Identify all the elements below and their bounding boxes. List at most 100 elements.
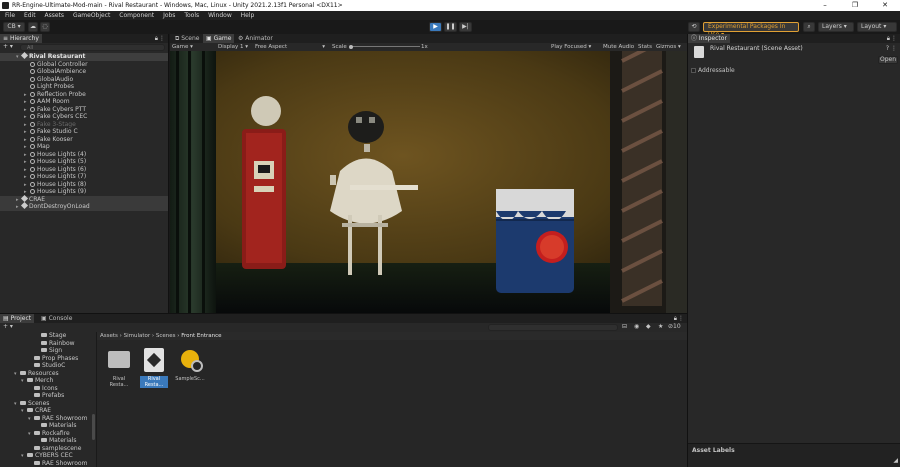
play-focused-dropdown[interactable]: Play Focused ▾: [551, 43, 591, 51]
tab-console[interactable]: ▣ Console: [38, 314, 75, 323]
folder-tree-item[interactable]: ▾ CRAE: [0, 407, 96, 415]
asset-item[interactable]: Rival Resta...: [105, 348, 133, 388]
account-dropdown[interactable]: CB ▾: [3, 22, 25, 32]
add-asset-icon[interactable]: + ▾: [3, 323, 13, 330]
folder-tree-item[interactable]: Prefabs: [0, 392, 96, 400]
lock-icon[interactable]: 🔒︎: [155, 34, 158, 43]
visibility-icon[interactable]: ⊘10: [668, 323, 681, 330]
close-window-button[interactable]: ✕: [870, 0, 900, 11]
hierarchy-item[interactable]: ▸ House Lights (5): [0, 158, 168, 166]
layers-dropdown[interactable]: Layers ▾: [818, 22, 854, 32]
more-icon[interactable]: ⋮: [678, 314, 684, 323]
type-filter-icon[interactable]: ◉: [634, 323, 639, 330]
menu-component[interactable]: Component: [119, 12, 154, 19]
tab-animator[interactable]: ⚙ Animator: [235, 34, 276, 43]
folder-tree-item[interactable]: ▾ Resources: [0, 370, 96, 378]
hierarchy-item[interactable]: ▸ AAM Room: [0, 98, 168, 106]
folder-tree-item[interactable]: ▾ CYBERS CEC: [0, 452, 96, 460]
hierarchy-item[interactable]: ▸ Map: [0, 143, 168, 151]
tab-inspector[interactable]: ⓘ Inspector: [688, 34, 730, 43]
menu-assets[interactable]: Assets: [45, 12, 65, 19]
scene-row-rival-restaurant[interactable]: ▾ Rival Restaurant: [0, 51, 168, 61]
asset-item-selected[interactable]: Rival Resta...: [140, 348, 168, 388]
hierarchy-item[interactable]: ▸ Fake Studio C: [0, 128, 168, 136]
folder-tree-item[interactable]: ▾ RAE Showroom: [0, 415, 96, 423]
hierarchy-item[interactable]: ▸ House Lights (4): [0, 151, 168, 159]
aspect-dropdown[interactable]: Free Aspect ▾: [255, 43, 325, 51]
menu-edit[interactable]: Edit: [24, 12, 36, 19]
display-dropdown[interactable]: Display 1 ▾: [218, 43, 248, 51]
tab-project[interactable]: ▤ Project: [0, 314, 35, 323]
folder-tree-item[interactable]: Prop Phases: [0, 355, 96, 363]
mute-audio-toggle[interactable]: Mute Audio: [603, 43, 634, 51]
folder-tree-item[interactable]: Materials: [0, 422, 96, 430]
folder-tree-item[interactable]: StudioC: [0, 362, 96, 370]
hierarchy-item[interactable]: ▸ House Lights (8): [0, 181, 168, 189]
menu-file[interactable]: File: [5, 12, 15, 19]
tab-hierarchy[interactable]: ≡ Hierarchy: [0, 34, 42, 43]
pause-button[interactable]: ❚❚: [444, 22, 457, 32]
menu-jobs[interactable]: Jobs: [163, 12, 175, 19]
favorite-icon[interactable]: ★: [658, 323, 663, 330]
hierarchy-item[interactable]: ▸ Fake Kooser: [0, 136, 168, 144]
menu-gameobject[interactable]: GameObject: [73, 12, 110, 19]
collab-icon[interactable]: ◌: [40, 22, 50, 32]
scale-slider-handle[interactable]: [349, 44, 353, 49]
hierarchy-item[interactable]: GlobalAmbience: [0, 68, 168, 76]
breadcrumb-assets[interactable]: Assets: [100, 333, 118, 339]
folder-tree-item[interactable]: Icons: [0, 385, 96, 393]
folder-tree-item[interactable]: ▾ Scenes: [0, 400, 96, 408]
game-dropdown[interactable]: Game ▾: [172, 43, 193, 51]
scale-slider[interactable]: [350, 46, 420, 47]
lock-icon[interactable]: 🔒︎: [887, 34, 890, 43]
folder-tree-item[interactable]: Stage: [0, 332, 96, 340]
more-icon[interactable]: ⋮: [891, 45, 897, 52]
step-button[interactable]: ▶|: [459, 22, 472, 32]
menu-help[interactable]: Help: [241, 12, 255, 19]
search-icon[interactable]: ⌕: [803, 22, 815, 32]
cloud-icon[interactable]: ☁: [28, 22, 38, 32]
game-render[interactable]: [170, 51, 687, 313]
scene-row-dontdestroyonload[interactable]: ▸ DontDestroyOnLoad: [0, 201, 168, 211]
folder-tree-scrollbar[interactable]: [92, 414, 95, 440]
hierarchy-item[interactable]: ▸ House Lights (7): [0, 173, 168, 181]
hierarchy-item[interactable]: GlobalAudio: [0, 76, 168, 84]
breadcrumb-simulator[interactable]: Simulator: [124, 333, 151, 339]
folder-tree-item[interactable]: RAE Showroom: [0, 460, 96, 467]
lock-icon[interactable]: 🔒︎: [674, 314, 677, 323]
minimize-button[interactable]: –: [810, 0, 840, 11]
folder-tree-item[interactable]: Materials: [0, 437, 96, 445]
gizmos-dropdown[interactable]: Gizmos ▾: [656, 43, 681, 51]
hierarchy-item[interactable]: ▸ Fake Cybers PTT: [0, 106, 168, 114]
hierarchy-item[interactable]: ▸ House Lights (9): [0, 188, 168, 196]
hierarchy-item[interactable]: ▸ House Lights (6): [0, 166, 168, 174]
tab-game[interactable]: ▣ Game: [203, 34, 235, 43]
asset-item[interactable]: SampleSc...: [175, 348, 205, 382]
more-icon[interactable]: ⋮: [159, 34, 165, 43]
folder-tree-item[interactable]: Sign: [0, 347, 96, 355]
label-icon[interactable]: ◢: [893, 457, 898, 464]
help-icon[interactable]: ?: [886, 45, 889, 52]
menu-window[interactable]: Window: [208, 12, 232, 19]
history-icon[interactable]: ⟲: [688, 22, 700, 32]
breadcrumb-scenes[interactable]: Scenes: [156, 333, 176, 339]
more-icon[interactable]: ⋮: [891, 34, 897, 43]
hierarchy-item[interactable]: Global Controller: [0, 61, 168, 69]
hierarchy-search-input[interactable]: [20, 44, 165, 51]
project-search-input[interactable]: [488, 324, 618, 331]
tab-scene[interactable]: ⧉ Scene: [172, 34, 203, 43]
folder-tree-item[interactable]: samplescene: [0, 445, 96, 453]
maximize-button[interactable]: ❐: [840, 0, 870, 11]
menu-tools[interactable]: Tools: [184, 12, 199, 19]
folder-tree-item[interactable]: ▾ Merch: [0, 377, 96, 385]
folder-tree-item[interactable]: Rainbow: [0, 340, 96, 348]
hierarchy-item[interactable]: Light Probes: [0, 83, 168, 91]
folder-tree-item[interactable]: ▾ Rockafire: [0, 430, 96, 438]
hierarchy-item[interactable]: ▸ Fake 3-Stage: [0, 121, 168, 129]
open-button[interactable]: Open: [878, 56, 898, 64]
experimental-packages-dropdown[interactable]: Experimental Packages In Use ▾: [703, 22, 799, 38]
stats-toggle[interactable]: Stats: [638, 43, 652, 51]
play-button[interactable]: ▶: [429, 22, 442, 32]
search-filter-icon[interactable]: ⊟: [622, 323, 627, 330]
hierarchy-item[interactable]: ▸ Fake Cybers CEC: [0, 113, 168, 121]
